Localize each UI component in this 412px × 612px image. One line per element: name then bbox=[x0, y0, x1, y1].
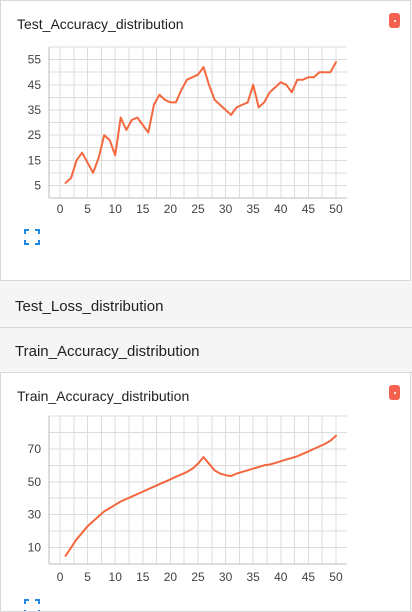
expand-icon[interactable] bbox=[24, 229, 40, 245]
x-tick-label: 35 bbox=[247, 570, 261, 584]
x-tick-label: 0 bbox=[57, 570, 64, 584]
y-tick-label: 10 bbox=[28, 541, 42, 555]
dot-menu-icon[interactable] bbox=[389, 385, 400, 400]
x-tick-label: 45 bbox=[302, 202, 316, 216]
test-loss-label: Test_Loss_distribution bbox=[15, 298, 164, 315]
x-tick-label: 5 bbox=[84, 202, 91, 216]
x-tick-label: 30 bbox=[219, 570, 233, 584]
y-tick-label: 30 bbox=[28, 508, 42, 522]
y-tick-label: 15 bbox=[28, 153, 42, 167]
x-tick-label: 50 bbox=[329, 202, 343, 216]
x-tick-label: 40 bbox=[274, 202, 288, 216]
x-tick-label: 15 bbox=[136, 202, 150, 216]
x-tick-label: 45 bbox=[302, 570, 316, 584]
y-tick-label: 55 bbox=[28, 53, 42, 67]
x-tick-label: 40 bbox=[274, 570, 288, 584]
y-tick-label: 45 bbox=[28, 78, 42, 92]
x-tick-label: 10 bbox=[109, 570, 123, 584]
x-tick-label: 20 bbox=[164, 202, 178, 216]
test-accuracy-chart: 0 5 10 15 20 25 30 35 40 45 50 5 15 25 35 45 55 bbox=[28, 46, 347, 216]
y-tick-label: 25 bbox=[28, 128, 42, 142]
train-accuracy-header[interactable]: Train_Accuracy_distribution bbox=[0, 328, 412, 373]
train-accuracy-card: Train_Accuracy_distribution 0 5 10 15 20 25 30… bbox=[0, 372, 411, 612]
x-tick-label: 5 bbox=[84, 570, 91, 584]
y-tick-label: 35 bbox=[28, 103, 42, 117]
test-accuracy-card: Test_Accuracy_distribution 0 5 10 15 20 25 30 3… bbox=[0, 0, 411, 281]
card-title: Train_Accuracy_distribution bbox=[17, 388, 190, 404]
x-tick-label: 10 bbox=[109, 202, 123, 216]
x-tick-label: 35 bbox=[247, 202, 261, 216]
x-tick-label: 25 bbox=[191, 570, 205, 584]
y-tick-label: 70 bbox=[28, 442, 42, 456]
train-accuracy-chart: 0 5 10 15 20 25 30 35 40 45 50 10 30 50 70 bbox=[28, 415, 347, 584]
series-line bbox=[64, 434, 337, 557]
x-tick-label: 15 bbox=[136, 570, 150, 584]
x-tick-label: 30 bbox=[219, 202, 233, 216]
y-tick-label: 50 bbox=[28, 475, 42, 489]
x-tick-label: 0 bbox=[57, 202, 64, 216]
y-tick-label: 5 bbox=[34, 178, 41, 192]
train-accuracy-label: Train_Accuracy_distribution bbox=[15, 343, 200, 360]
dot-menu-icon[interactable] bbox=[389, 13, 400, 28]
card-title: Test_Accuracy_distribution bbox=[17, 16, 184, 32]
expand-icon[interactable] bbox=[24, 599, 40, 612]
x-tick-label: 50 bbox=[329, 570, 343, 584]
x-tick-label: 20 bbox=[164, 570, 178, 584]
x-tick-label: 25 bbox=[191, 202, 205, 216]
test-loss-header[interactable]: Test_Loss_distribution bbox=[0, 282, 412, 328]
